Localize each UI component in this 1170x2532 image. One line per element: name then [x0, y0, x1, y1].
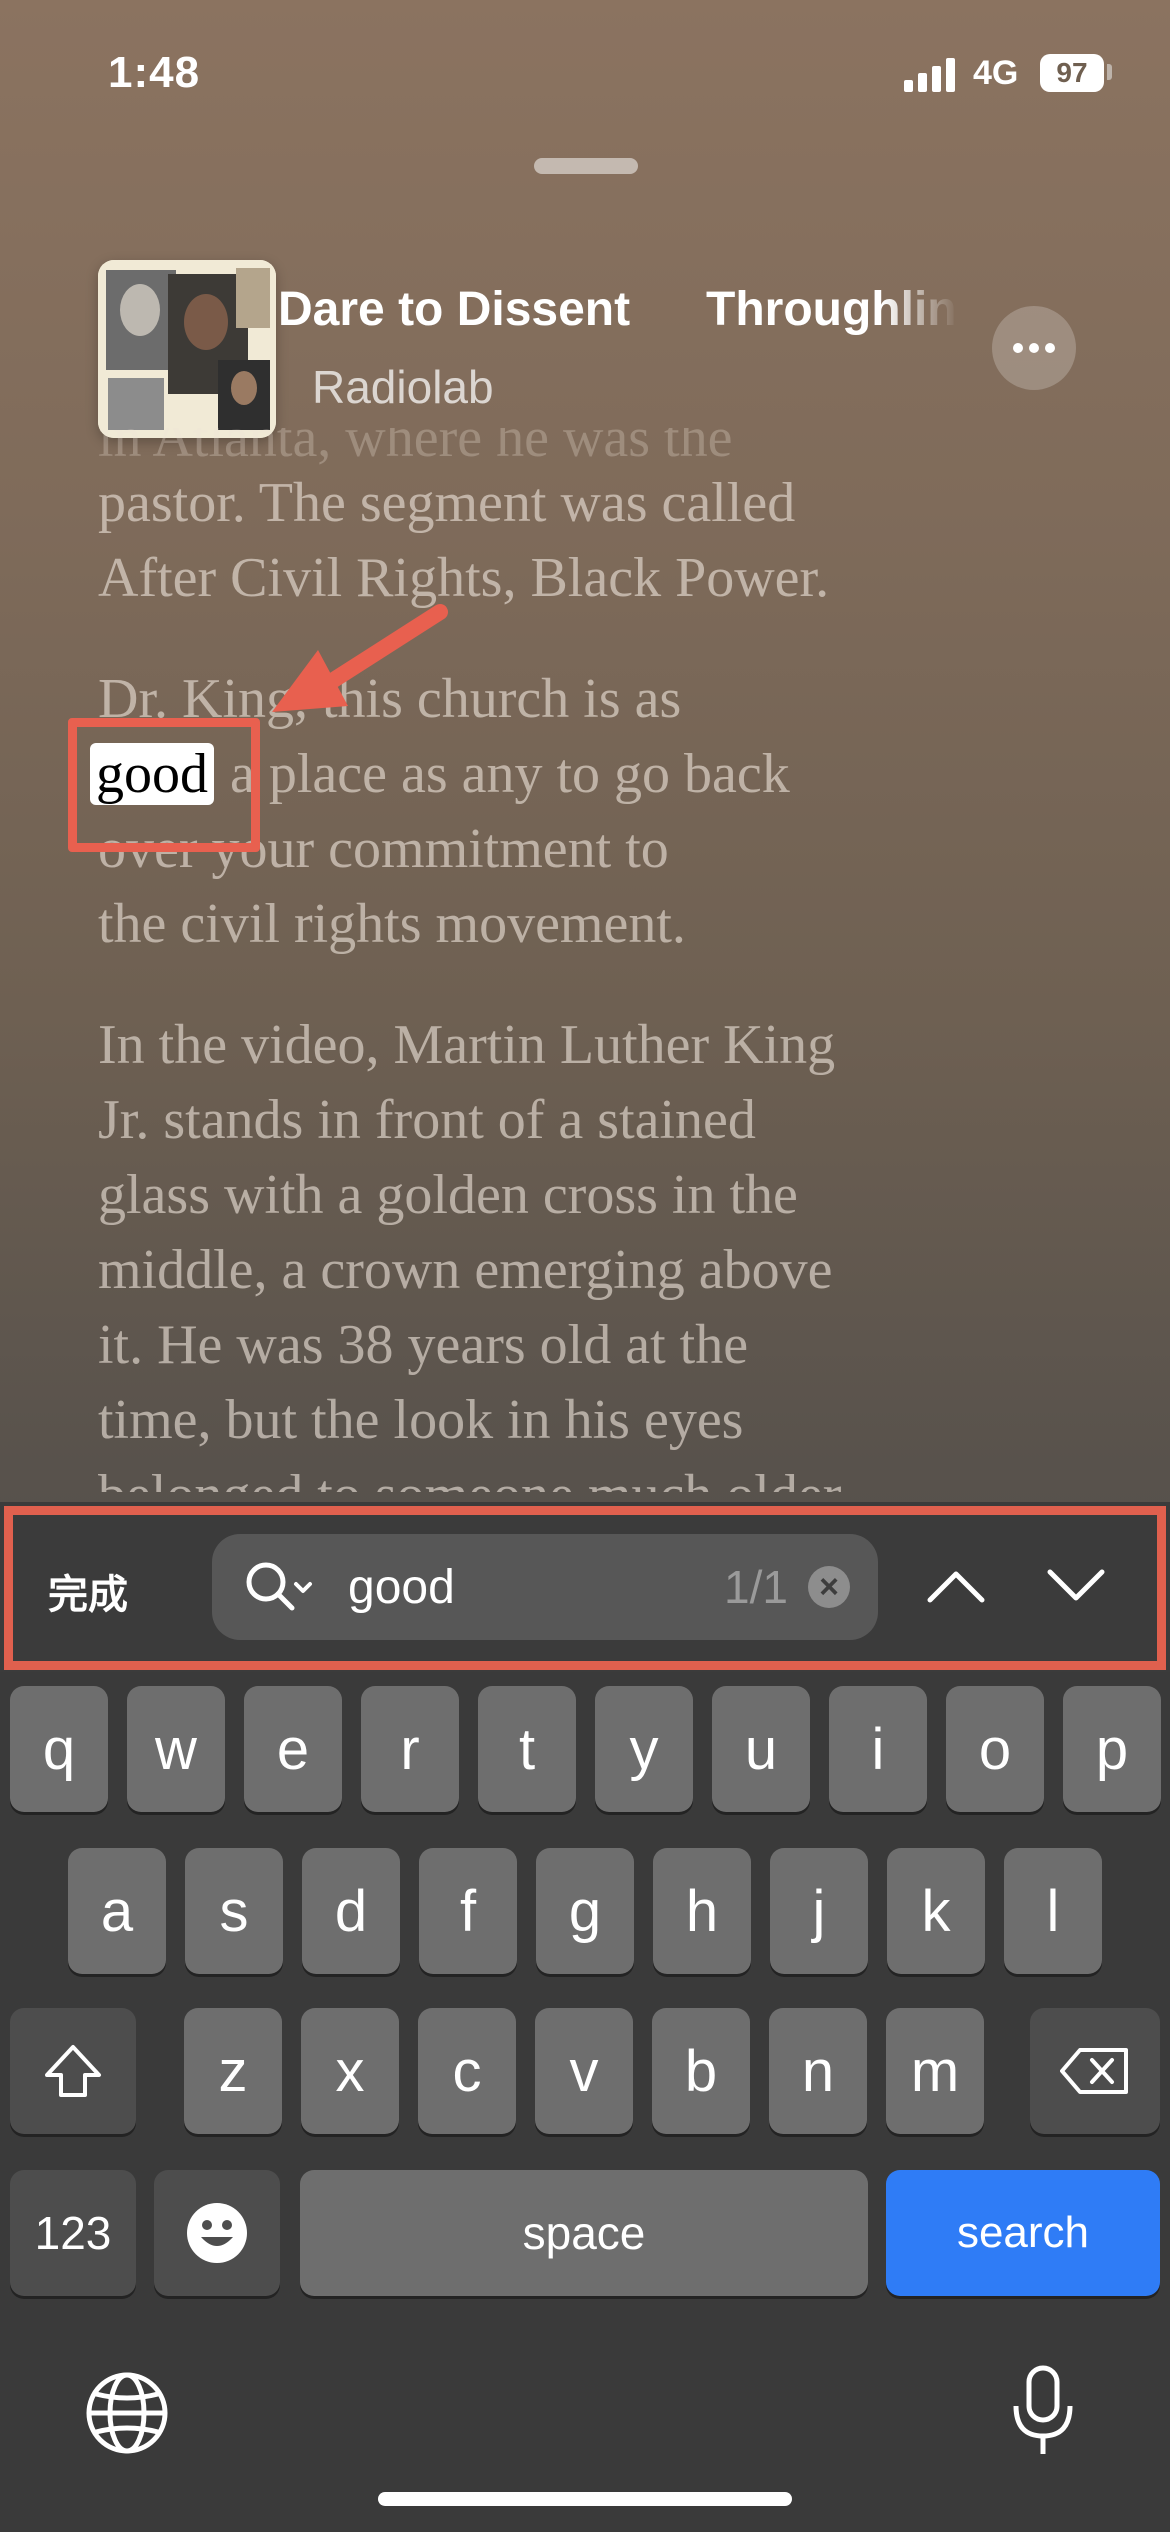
transcript-line: time, but the look in his eyes: [98, 1389, 744, 1451]
emoji-icon: [187, 2203, 247, 2263]
key-a[interactable]: a: [68, 1848, 166, 1974]
episode-artwork[interactable]: [98, 260, 276, 438]
transcript-text: in Atlanta, where he was the pastor. The…: [90, 428, 1098, 1492]
podcast-name[interactable]: Radiolab: [312, 360, 494, 414]
space-key[interactable]: space: [300, 2170, 868, 2296]
emoji-key[interactable]: [154, 2170, 280, 2296]
key-p[interactable]: p: [1063, 1686, 1161, 1812]
key-k[interactable]: k: [887, 1848, 985, 1974]
delete-key[interactable]: [1030, 2008, 1160, 2134]
globe-icon[interactable]: [84, 2370, 170, 2456]
shift-arrow-icon: [45, 2045, 101, 2097]
key-y[interactable]: y: [595, 1686, 693, 1812]
transcript-line: glass with a golden cross in the: [98, 1164, 798, 1226]
key-i[interactable]: i: [829, 1686, 927, 1812]
key-e[interactable]: e: [244, 1686, 342, 1812]
key-c[interactable]: c: [418, 2008, 516, 2134]
network-type: 4G: [973, 54, 1019, 92]
transcript-line: it. He was 38 years old at the: [98, 1314, 749, 1376]
transcript-line: the civil rights movement.: [98, 893, 686, 955]
key-g[interactable]: g: [536, 1848, 634, 1974]
numbers-key[interactable]: 123: [10, 2170, 136, 2296]
home-indicator: [378, 2492, 792, 2506]
key-s[interactable]: s: [185, 1848, 283, 1974]
transcript-line: Jr. stands in front of a stained: [98, 1089, 756, 1151]
key-v[interactable]: v: [535, 2008, 633, 2134]
transcript-line: middle, a crown emerging above: [98, 1239, 833, 1301]
key-r[interactable]: r: [361, 1686, 459, 1812]
annotation-highlight-box: [68, 718, 260, 852]
microphone-icon[interactable]: [1008, 2364, 1078, 2460]
key-q[interactable]: q: [10, 1686, 108, 1812]
key-b[interactable]: b: [652, 2008, 750, 2134]
transcript-line-rest: a place as any to go back: [216, 743, 790, 805]
key-j[interactable]: j: [770, 1848, 868, 1974]
key-m[interactable]: m: [886, 2008, 984, 2134]
backspace-icon: [1060, 2048, 1128, 2094]
key-t[interactable]: t: [478, 1686, 576, 1812]
battery-level: 97: [1056, 57, 1088, 88]
key-f[interactable]: f: [419, 1848, 517, 1974]
key-x[interactable]: x: [301, 2008, 399, 2134]
episode-title-continued: Throughlin: [706, 283, 957, 336]
sheet-grabber[interactable]: [534, 158, 638, 174]
key-l[interactable]: l: [1004, 1848, 1102, 1974]
signal-icon: [904, 58, 955, 92]
key-d[interactable]: d: [302, 1848, 400, 1974]
status-time: 1:48: [108, 48, 201, 97]
transcript-line: In the video, Martin Luther King: [98, 1014, 836, 1076]
artwork-collage-icon: [98, 260, 276, 438]
key-o[interactable]: o: [946, 1686, 1044, 1812]
shift-key[interactable]: [10, 2008, 136, 2134]
key-u[interactable]: u: [712, 1686, 810, 1812]
battery-icon: 97: [1040, 54, 1104, 92]
ellipsis-icon: [1013, 343, 1055, 353]
transcript-line: After Civil Rights, Black Power.: [98, 547, 830, 609]
search-key[interactable]: search: [886, 2170, 1160, 2296]
annotation-find-bar-box: [4, 1506, 1166, 1670]
key-n[interactable]: n: [769, 2008, 867, 2134]
key-z[interactable]: z: [184, 2008, 282, 2134]
key-h[interactable]: h: [653, 1848, 751, 1974]
transcript-line: pastor. The segment was called: [98, 472, 796, 534]
transcript-faded-line: in Atlanta, where he was the: [98, 428, 733, 466]
episode-title: Dare to Dissent: [278, 283, 631, 336]
battery-tip: [1107, 64, 1112, 80]
more-options-button[interactable]: [992, 306, 1076, 390]
key-w[interactable]: w: [127, 1686, 225, 1812]
transcript-line-cut: belonged to someone much older.: [98, 1458, 1098, 1492]
